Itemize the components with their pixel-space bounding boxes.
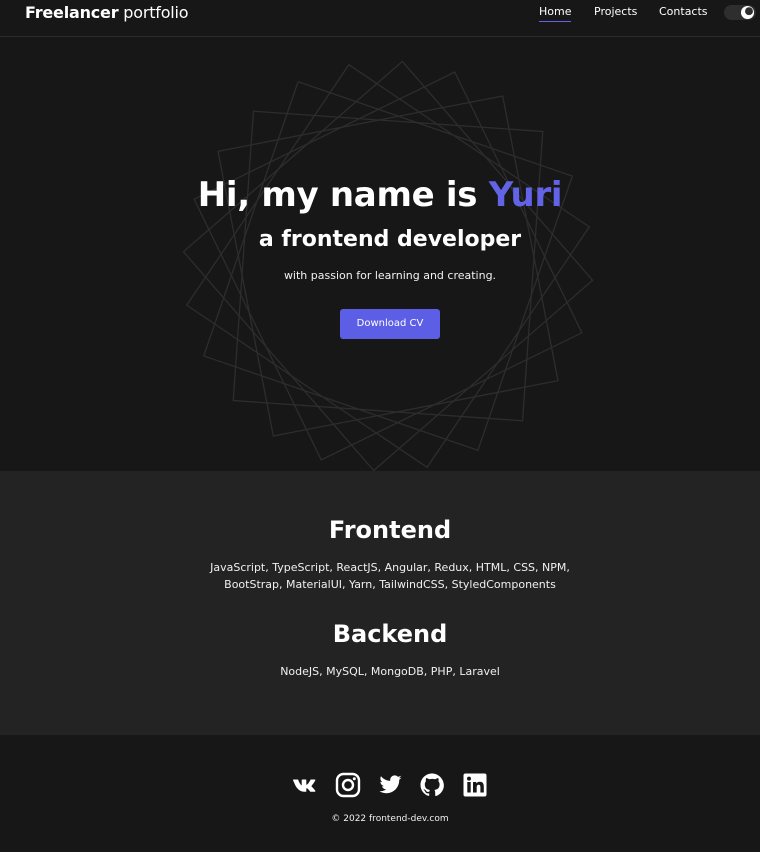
rotated-squares-decoration xyxy=(182,60,594,471)
hero-title-prefix: Hi, my name is xyxy=(197,175,489,215)
site-logo[interactable]: Freelancer portfolio xyxy=(25,3,189,23)
frontend-skills-line-2: BootStrap, MaterialUI, Yarn, TailwindCSS… xyxy=(224,578,556,591)
backend-title: Backend xyxy=(332,620,448,648)
nav-projects[interactable]: Projects xyxy=(594,5,637,19)
logo-light-text: portfolio xyxy=(118,3,189,22)
frontend-title: Frontend xyxy=(328,516,452,544)
instagram-icon[interactable] xyxy=(335,772,361,798)
hero-title-name: Yuri xyxy=(488,175,563,215)
linkedin-icon[interactable] xyxy=(462,772,488,798)
skills-section: Frontend JavaScript, TypeScript, ReactJS… xyxy=(0,471,760,735)
nav-home[interactable]: Home xyxy=(539,5,572,22)
hero-subtitle: a frontend developer xyxy=(258,227,522,252)
hero-description: with passion for learning and creating. xyxy=(283,269,497,282)
hero-title: Hi, my name is Yuri xyxy=(0,175,760,215)
frontend-skills: JavaScript, TypeScript, ReactJS, Angular… xyxy=(0,559,760,593)
theme-toggle[interactable] xyxy=(724,5,756,20)
site-footer: © 2022 frontend-dev.com xyxy=(0,735,760,852)
moon-icon xyxy=(740,5,755,20)
download-cv-button[interactable]: Download CV xyxy=(340,309,440,339)
frontend-skills-line-1: JavaScript, TypeScript, ReactJS, Angular… xyxy=(210,561,570,574)
github-icon[interactable] xyxy=(419,772,445,798)
logo-bold-text: Freelancer xyxy=(25,3,119,22)
vk-icon[interactable] xyxy=(292,772,318,798)
nav-contacts[interactable]: Contacts xyxy=(659,5,708,19)
backend-skills: NodeJS, MySQL, MongoDB, PHP, Laravel xyxy=(280,665,500,678)
hero-section: Hi, my name is Yuri a frontend developer… xyxy=(0,38,760,471)
site-header: Freelancer portfolio Home Projects Conta… xyxy=(0,0,760,37)
copyright-text: © 2022 frontend-dev.com xyxy=(331,814,449,824)
twitter-icon[interactable] xyxy=(377,772,403,798)
